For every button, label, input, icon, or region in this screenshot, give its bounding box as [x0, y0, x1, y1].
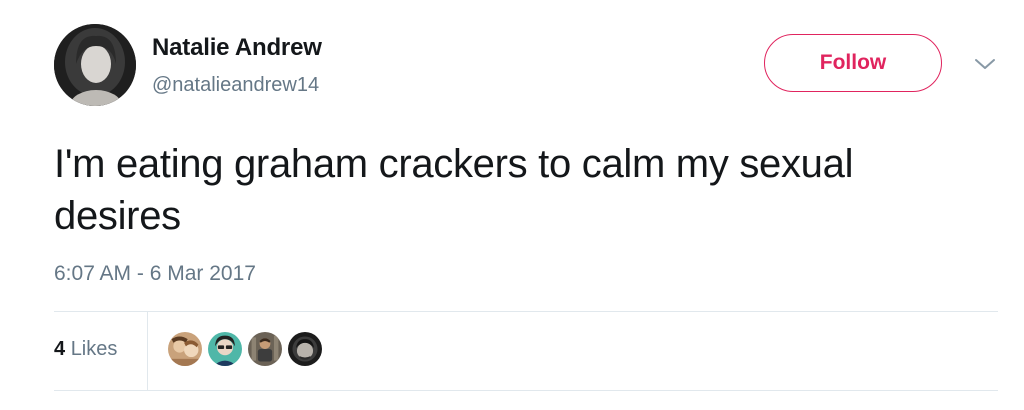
user-display-name[interactable]: Natalie Andrew: [152, 34, 322, 62]
likes-label: Likes: [70, 338, 118, 360]
stats-top-divider: [54, 311, 998, 312]
stats-bottom-divider: [54, 390, 998, 391]
likes-stat[interactable]: 4 Likes: [54, 338, 117, 361]
liker-avatar-2[interactable]: [206, 330, 244, 368]
liker-avatar-1-icon: [168, 332, 202, 366]
chevron-down-icon: [975, 59, 995, 69]
tweet-timestamp[interactable]: 6:07 AM - 6 Mar 2017: [54, 262, 256, 286]
likes-count: 4: [54, 338, 66, 360]
user-avatar[interactable]: [54, 24, 136, 106]
liker-avatar-4-icon: [288, 332, 322, 366]
user-handle[interactable]: @natalieandrew14: [152, 74, 319, 97]
liker-avatar-3-icon: [248, 332, 282, 366]
liker-avatar-3[interactable]: [246, 330, 284, 368]
profile-photo-icon: [54, 24, 136, 106]
follow-button[interactable]: Follow: [764, 34, 942, 92]
stats-vertical-divider: [147, 311, 148, 390]
tweet-text: I'm eating graham crackers to calm my se…: [54, 142, 854, 238]
liker-avatar-2-icon: [208, 332, 242, 366]
liker-avatar-1[interactable]: [166, 330, 204, 368]
liker-avatar-4[interactable]: [286, 330, 324, 368]
more-options-button[interactable]: [972, 52, 998, 76]
